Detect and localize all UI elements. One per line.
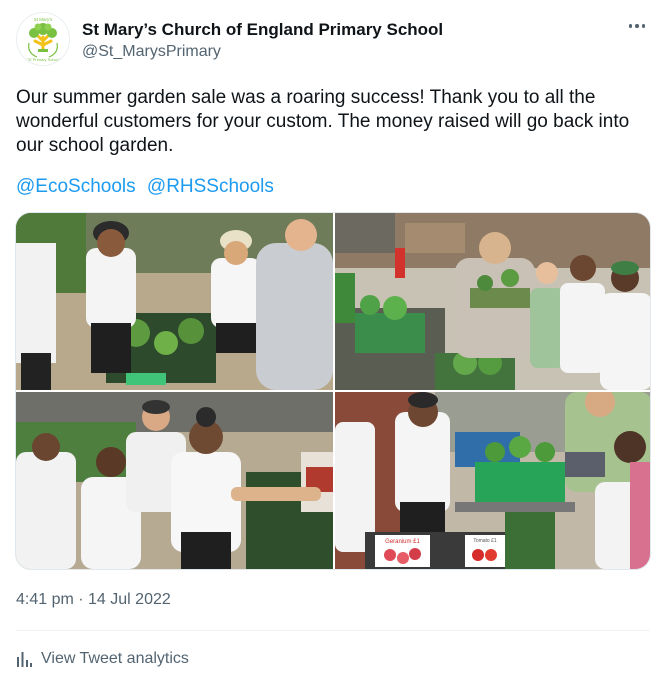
mention-link-ecoschools[interactable]: @EcoSchools [16,176,136,197]
tweet-timestamp[interactable]: 4:41 pm · 14 Jul 2022 [16,591,171,609]
account-name[interactable]: St Mary’s Church of England Primary Scho… [82,20,443,40]
photo-1[interactable] [16,213,333,390]
photo-4[interactable]: Geranium £1 Tomato £1 [335,392,650,569]
tweet-header: St Mary's CE Primary School St Mary’s Ch… [16,12,650,72]
logo-bottom-text: CE Primary School [26,57,60,62]
divider [16,630,650,631]
tweet-body: Our summer garden sale was a roaring suc… [16,87,630,156]
more-icon[interactable] [626,16,648,36]
tweet-text: Our summer garden sale was a roaring suc… [16,86,646,158]
school-logo-icon: St Mary's CE Primary School [17,13,69,65]
media-grid: Geranium £1 Tomato £1 [15,212,651,570]
photo-2[interactable] [335,213,650,390]
photo-3[interactable] [16,392,333,569]
logo-top-text: St Mary's [34,17,53,22]
mention-link-rhsschools[interactable]: @RHSSchools [147,176,274,197]
analytics-icon [17,651,32,667]
sign-title: Geranium £1 [385,539,420,545]
view-analytics-link[interactable]: View Tweet analytics [16,650,189,668]
tweet-hashtags: @EcoSchools @RHSSchools [16,175,280,199]
account-handle[interactable]: @St_MarysPrimary [82,43,221,61]
analytics-label: View Tweet analytics [41,650,189,667]
sign-subtitle: Tomato £1 [473,538,497,544]
avatar[interactable]: St Mary's CE Primary School [16,12,70,66]
